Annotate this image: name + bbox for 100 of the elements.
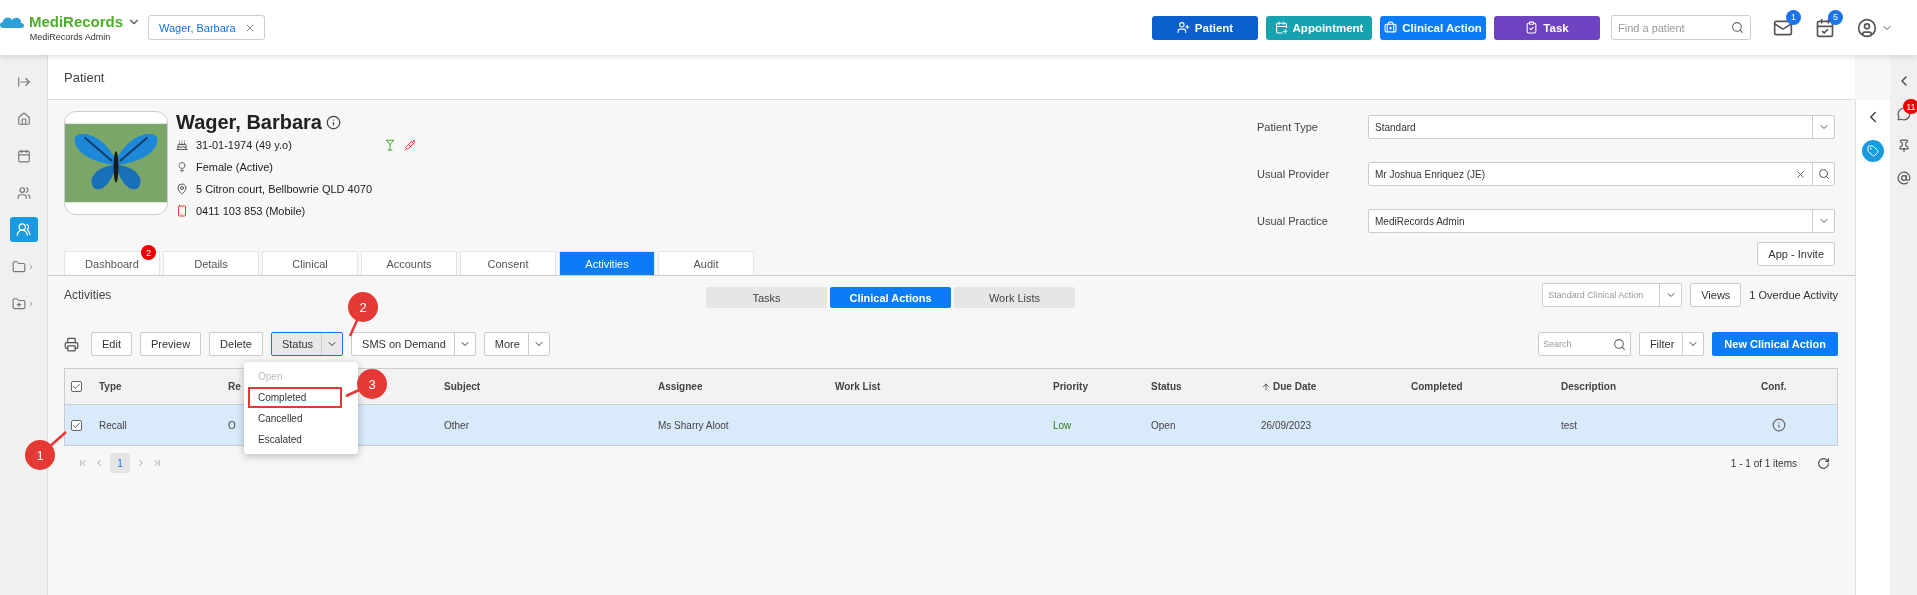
search-input[interactable]: Find a patient xyxy=(1618,21,1731,34)
view-select[interactable]: Standard Clinical Action xyxy=(1542,283,1683,307)
split-button[interactable]: More xyxy=(483,332,550,356)
menu-item[interactable]: Completed xyxy=(248,387,342,408)
overdue-count: 1 Overdue Activity xyxy=(1749,289,1838,301)
logo-subtitle: MediRecords Admin xyxy=(29,32,111,42)
folder-icon[interactable] xyxy=(12,259,26,274)
activity-tab[interactable]: Work Lists xyxy=(954,287,1075,308)
menu-item[interactable]: Cancelled xyxy=(248,408,342,429)
folder-plus-icon[interactable] xyxy=(12,296,26,311)
column-header[interactable]: Completed xyxy=(1411,381,1561,392)
syringe-icon xyxy=(403,139,416,151)
medical-case-icon xyxy=(1384,21,1398,34)
column-header[interactable]: Priority xyxy=(1053,381,1151,392)
views-button[interactable]: Views xyxy=(1690,283,1742,307)
expand-nav-icon[interactable] xyxy=(16,74,31,89)
field-label: Usual Provider xyxy=(1257,168,1331,180)
chevron-right-icon[interactable] xyxy=(27,299,35,308)
chevron-right-icon[interactable] xyxy=(27,262,35,271)
clipboard-check-icon xyxy=(1525,21,1539,34)
cake-icon xyxy=(176,139,188,151)
patient-tab[interactable]: Consent xyxy=(460,251,556,275)
search-input[interactable]: Search xyxy=(1542,339,1613,349)
split-button[interactable]: Status xyxy=(270,332,344,356)
view-input[interactable]: Standard Clinical Action xyxy=(1548,290,1660,300)
people-icon[interactable] xyxy=(16,185,31,200)
column-header[interactable]: Conf. xyxy=(1761,381,1837,392)
toolbar-button[interactable]: Delete xyxy=(209,332,263,356)
address-text: 5 Citron court, Bellbowrie QLD 4070 xyxy=(196,183,373,195)
row-checkbox[interactable] xyxy=(71,419,82,431)
printer-icon[interactable] xyxy=(64,336,79,352)
field-label: Patient Type xyxy=(1257,121,1319,133)
column-header[interactable]: Type xyxy=(99,381,228,392)
date-of-birth: 31-01-1974 (49 y.o) xyxy=(196,139,292,151)
gender-icon xyxy=(176,161,188,173)
search-icon xyxy=(1731,21,1744,34)
user-icon[interactable] xyxy=(1857,17,1877,38)
home-icon[interactable] xyxy=(16,111,31,126)
pin-icon[interactable] xyxy=(1896,139,1911,153)
patient-tab[interactable]: Clinical xyxy=(262,251,358,275)
table-cell-text: Ms Sharry Aloot xyxy=(658,419,730,431)
filter-button[interactable]: Filter xyxy=(1638,332,1705,356)
patient-tab[interactable]: Activities xyxy=(559,251,655,275)
phone-text: 0411 103 853 (Mobile) xyxy=(196,205,306,217)
patient-tab[interactable]: Accounts xyxy=(361,251,457,275)
activity-tab[interactable]: Tasks xyxy=(706,287,827,308)
patient-tab[interactable]: Audit xyxy=(658,251,754,275)
page-number[interactable]: 1 xyxy=(110,453,130,473)
split-button[interactable]: SMS on Demand xyxy=(351,332,476,356)
column-header[interactable]: Assignee xyxy=(658,381,835,392)
calendar-plus-icon xyxy=(1274,21,1288,34)
calendar-check-icon[interactable] xyxy=(1815,17,1835,38)
info-icon[interactable] xyxy=(1772,418,1786,432)
header-action-button[interactable]: Clinical Action xyxy=(1380,15,1486,40)
search-icon xyxy=(1612,337,1626,351)
tag-icon[interactable] xyxy=(1862,140,1884,162)
count-badge: 5 xyxy=(1828,9,1843,25)
column-header[interactable]: Due Date xyxy=(1261,381,1411,392)
select-field[interactable]: MediRecords Admin xyxy=(1368,209,1835,233)
column-header[interactable]: Work List xyxy=(835,381,1053,392)
count-badge: 11 xyxy=(1903,99,1917,114)
patients-nav-item[interactable] xyxy=(9,217,38,242)
app-invite-button[interactable]: App - Invite xyxy=(1757,242,1835,266)
user-plus-icon xyxy=(1176,21,1190,34)
column-header[interactable]: Subject xyxy=(444,381,658,392)
patient-tab[interactable]: Details xyxy=(163,251,259,275)
select-all-checkbox[interactable] xyxy=(71,381,82,392)
table-cell-text: 26/09/2023 xyxy=(1261,419,1313,431)
open-patient-tab[interactable]: Wager, Barbara xyxy=(148,15,265,40)
people-icon xyxy=(16,222,31,237)
lookup-field[interactable]: Mr Joshua Enriquez (JE) xyxy=(1368,162,1835,186)
table-cell-text: Other xyxy=(444,419,470,431)
toolbar-button[interactable]: Preview xyxy=(139,332,202,356)
column-header[interactable]: Description xyxy=(1561,381,1761,392)
refresh-icon[interactable] xyxy=(1817,456,1830,470)
new-clinical-action-button[interactable]: New Clinical Action xyxy=(1712,332,1838,356)
logo-text: MediRecords xyxy=(28,13,124,30)
header-action-button[interactable]: Patient xyxy=(1152,15,1258,40)
pager-summary: 1 - 1 of 1 items xyxy=(1730,457,1797,469)
search-icon[interactable] xyxy=(1817,168,1830,180)
info-icon[interactable] xyxy=(326,115,341,130)
select-field[interactable]: Standard xyxy=(1368,115,1835,139)
calendar-icon[interactable] xyxy=(16,148,31,163)
gender-text: Female (Active) xyxy=(196,161,274,173)
column-header[interactable]: Status xyxy=(1151,381,1261,392)
patient-name: Wager, Barbara xyxy=(176,111,322,134)
patient-search-field[interactable]: Find a patient xyxy=(1611,15,1751,40)
table-cell-text: test xyxy=(1561,419,1579,431)
clear-icon[interactable] xyxy=(1795,168,1806,180)
table-cell-text: Recall xyxy=(99,419,128,431)
map-pin-icon xyxy=(176,183,188,195)
page-title: Patient xyxy=(64,69,105,85)
header-action-button[interactable]: Task xyxy=(1494,15,1600,40)
activity-tab[interactable]: Clinical Actions xyxy=(830,287,951,308)
sort-arrow-icon xyxy=(1261,381,1271,392)
table-cell-text: Low xyxy=(1053,419,1073,431)
search-field[interactable]: Search xyxy=(1537,332,1631,356)
toolbar-button[interactable]: Edit xyxy=(91,332,132,356)
glass-icon xyxy=(383,139,396,151)
at-icon[interactable] xyxy=(1896,171,1911,185)
